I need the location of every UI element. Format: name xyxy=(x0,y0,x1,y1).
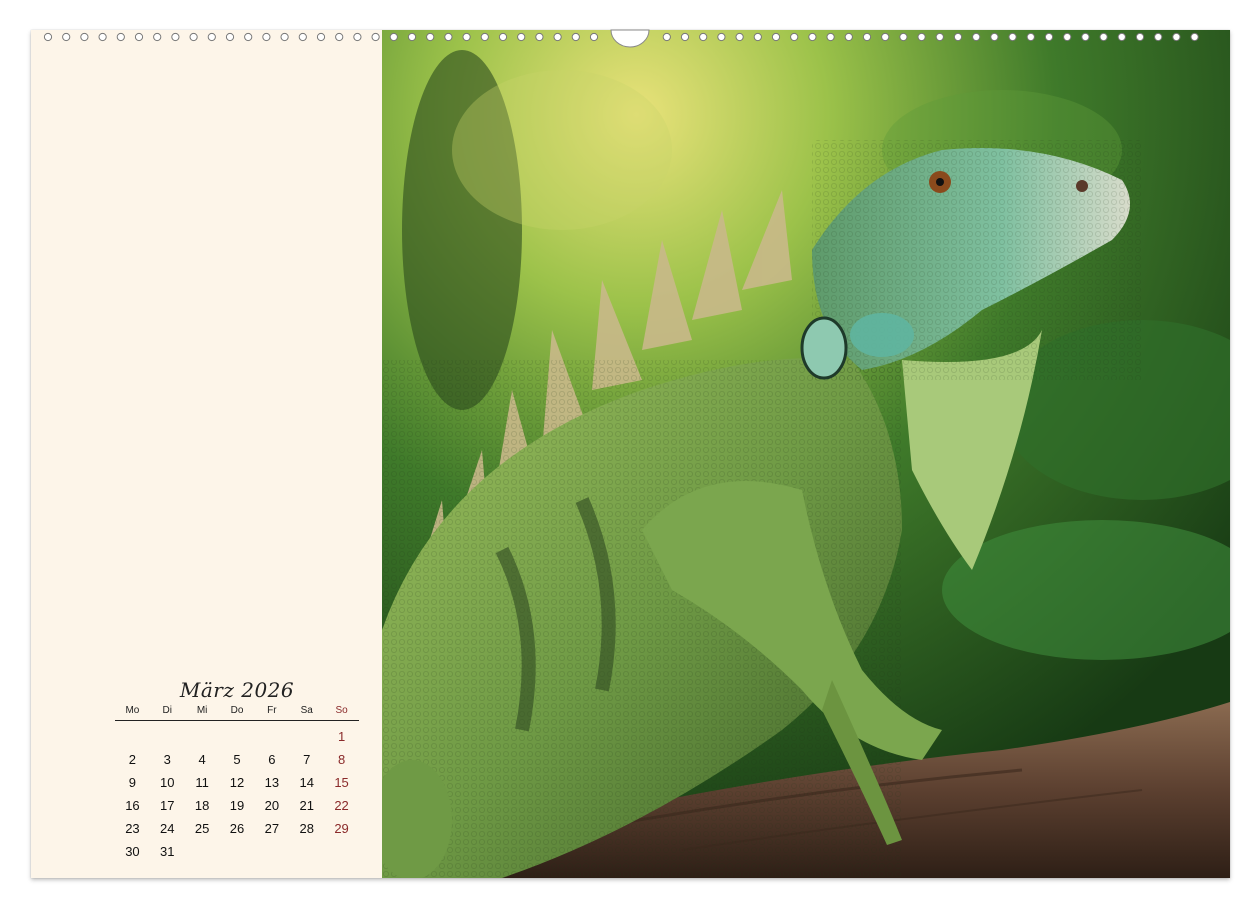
calendar-empty-cell xyxy=(185,725,220,748)
calendar-day: 17 xyxy=(150,794,185,817)
calendar-empty-cell xyxy=(289,840,324,863)
calendar-empty-cell xyxy=(115,725,150,748)
calendar-day: 28 xyxy=(289,817,324,840)
calendar-day: 3 xyxy=(150,748,185,771)
calendar-day: 24 xyxy=(150,817,185,840)
calendar-empty-cell xyxy=(220,840,255,863)
calendar-day: 14 xyxy=(289,771,324,794)
calendar-empty-cell xyxy=(254,725,289,748)
calendar-day: 11 xyxy=(185,771,220,794)
calendar-day: 18 xyxy=(185,794,220,817)
calendar-empty-cell xyxy=(220,725,255,748)
weekday-header: Mi xyxy=(185,704,220,721)
calendar-day: 23 xyxy=(115,817,150,840)
month-title: März 2026 xyxy=(115,676,359,704)
weekday-header: Mo xyxy=(115,704,150,721)
iguana-illustration xyxy=(382,30,1230,878)
calendar-grid: MoDiMiDoFrSaSo12345678910111213141516171… xyxy=(115,704,359,863)
calendar-day: 1 xyxy=(324,725,359,748)
weekday-header: Fr xyxy=(254,704,289,721)
calendar-empty-cell xyxy=(289,725,324,748)
calendar-day: 8 xyxy=(324,748,359,771)
calendar-day: 15 xyxy=(324,771,359,794)
calendar-day: 13 xyxy=(254,771,289,794)
weekday-header: Do xyxy=(220,704,255,721)
month-calendar: März 2026 MoDiMiDoFrSaSo1234567891011121… xyxy=(115,676,359,863)
calendar-day: 5 xyxy=(220,748,255,771)
calendar-day: 26 xyxy=(220,817,255,840)
calendar-day: 30 xyxy=(115,840,150,863)
calendar-day: 2 xyxy=(115,748,150,771)
calendar-day: 19 xyxy=(220,794,255,817)
calendar-day: 4 xyxy=(185,748,220,771)
calendar-day: 31 xyxy=(150,840,185,863)
weekday-header: Di xyxy=(150,704,185,721)
calendar-day: 27 xyxy=(254,817,289,840)
calendar-day: 29 xyxy=(324,817,359,840)
calendar-day: 6 xyxy=(254,748,289,771)
calendar-day: 20 xyxy=(254,794,289,817)
calendar-empty-cell xyxy=(254,840,289,863)
calendar-panel: März 2026 MoDiMiDoFrSaSo1234567891011121… xyxy=(31,30,382,878)
iguana-photo xyxy=(382,30,1230,878)
weekday-header: Sa xyxy=(289,704,324,721)
calendar-empty-cell xyxy=(185,840,220,863)
calendar-day: 25 xyxy=(185,817,220,840)
calendar-page: März 2026 MoDiMiDoFrSaSo1234567891011121… xyxy=(31,30,1230,878)
calendar-day: 7 xyxy=(289,748,324,771)
calendar-empty-cell xyxy=(324,840,359,863)
calendar-day: 21 xyxy=(289,794,324,817)
calendar-day: 9 xyxy=(115,771,150,794)
calendar-day: 12 xyxy=(220,771,255,794)
calendar-day: 22 xyxy=(324,794,359,817)
weekday-header: So xyxy=(324,704,359,721)
calendar-day: 16 xyxy=(115,794,150,817)
calendar-day: 10 xyxy=(150,771,185,794)
calendar-empty-cell xyxy=(150,725,185,748)
